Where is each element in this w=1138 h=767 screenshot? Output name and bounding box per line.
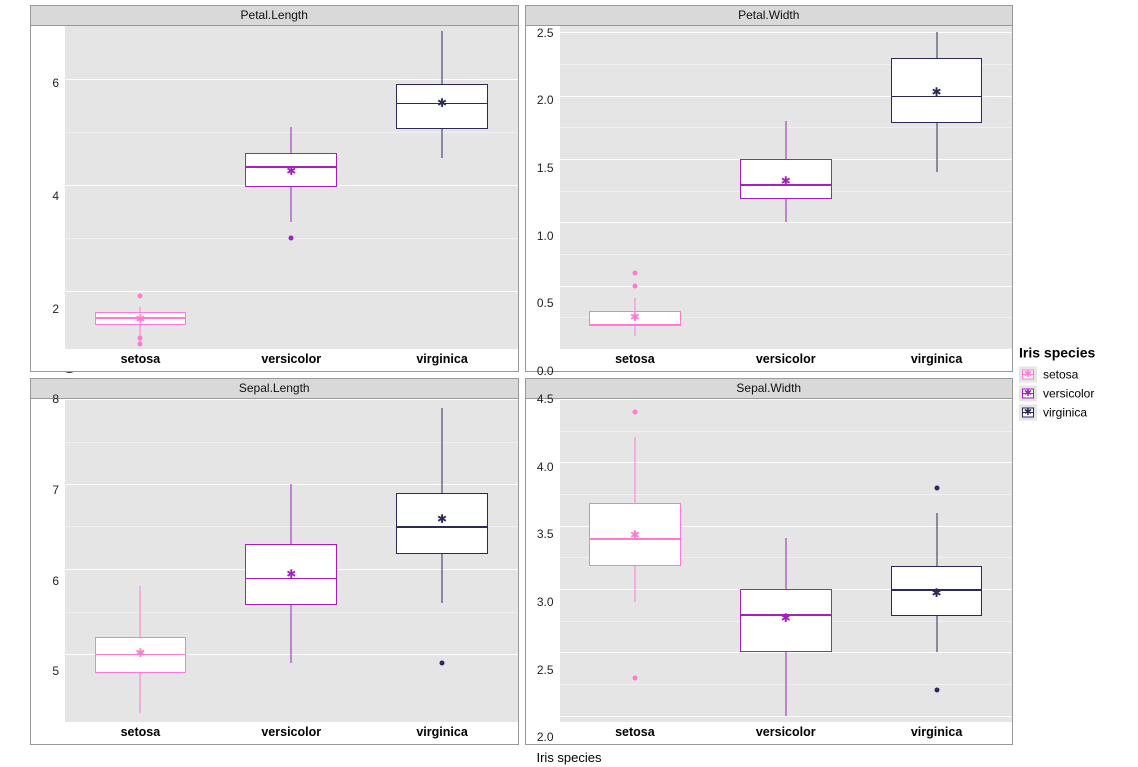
facet-Sepal.Length: Sepal.Length 5 6 7 8 ✱ ✱ ✱ setosaversicolorvirgi… bbox=[30, 378, 519, 745]
y-tick-label: 0.5 bbox=[537, 296, 554, 310]
legend-swatch-icon: ✱ bbox=[1019, 366, 1037, 382]
boxplot-virginica: ✱ bbox=[879, 399, 994, 722]
boxplot-virginica: ✱ bbox=[879, 26, 994, 349]
y-tick-label: 4.0 bbox=[537, 460, 554, 474]
boxplot-versicolor: ✱ bbox=[728, 399, 843, 722]
boxplot-setosa: ✱ bbox=[578, 399, 693, 722]
y-tick-label: 8 bbox=[52, 392, 59, 406]
x-tick-label: virginica bbox=[861, 722, 1012, 744]
mean-marker-icon: ✱ bbox=[932, 587, 942, 599]
mean-marker-icon: ✱ bbox=[437, 97, 447, 109]
facet-title: Sepal.Width bbox=[526, 379, 1013, 399]
x-axis-label: Iris species bbox=[536, 750, 601, 765]
facet-grid: Petal.Length246✱✱✱setosaversicolorvirgin… bbox=[30, 5, 1013, 745]
legend-swatch-icon: ✱ bbox=[1019, 404, 1037, 420]
y-tick-label: 1.5 bbox=[537, 161, 554, 175]
x-tick-label: versicolor bbox=[710, 722, 861, 744]
x-tick-label: versicolor bbox=[710, 349, 861, 371]
mean-marker-icon: ✱ bbox=[781, 612, 791, 624]
x-tick-label: versicolor bbox=[216, 349, 367, 371]
x-tick-label: versicolor bbox=[216, 722, 367, 744]
outlier-point bbox=[934, 688, 939, 693]
x-tick-label: setosa bbox=[65, 349, 216, 371]
facet-title: Petal.Length bbox=[31, 6, 518, 26]
facet-Sepal.Width: Sepal.Width 2.0 2.5 3.0 3.5 4.0 4.5 ✱ ✱ ✱ setosave… bbox=[525, 378, 1014, 745]
outlier-point bbox=[138, 294, 143, 299]
outlier-point bbox=[440, 660, 445, 665]
boxplot-setosa: ✱ bbox=[83, 399, 198, 722]
outlier-point bbox=[632, 283, 637, 288]
x-tick-label: setosa bbox=[560, 349, 711, 371]
y-tick-label: 5 bbox=[52, 664, 59, 678]
legend: Iris species ✱ setosa ✱ versicolor ✱ vir… bbox=[1019, 344, 1134, 423]
facet-Petal.Length: Petal.Length 2 4 6 ✱ ✱ ✱ setosaversicolorvirgin… bbox=[30, 5, 519, 372]
outlier-point bbox=[934, 485, 939, 490]
mean-marker-icon: ✱ bbox=[781, 175, 791, 187]
mean-marker-icon: ✱ bbox=[932, 86, 942, 98]
outlier-point bbox=[632, 675, 637, 680]
boxplot-virginica: ✱ bbox=[385, 26, 500, 349]
plot-area: ✱ ✱ ✱ bbox=[560, 399, 1013, 722]
x-tick-label: virginica bbox=[367, 349, 518, 371]
mean-marker-icon: ✱ bbox=[630, 311, 640, 323]
legend-title: Iris species bbox=[1019, 344, 1134, 360]
x-tick-label: setosa bbox=[560, 722, 711, 744]
legend-swatch-icon: ✱ bbox=[1019, 385, 1037, 401]
facet-title: Petal.Width bbox=[526, 6, 1013, 26]
y-tick-label: 2.5 bbox=[537, 663, 554, 677]
y-tick-label: 1.0 bbox=[537, 229, 554, 243]
y-tick-label: 4.5 bbox=[537, 392, 554, 406]
legend-item-label: virginica bbox=[1043, 405, 1087, 419]
mean-marker-icon: ✱ bbox=[286, 165, 296, 177]
y-tick-label: 2.0 bbox=[537, 93, 554, 107]
plot-area: ✱ ✱ ✱ bbox=[560, 26, 1013, 349]
y-tick-label: 6 bbox=[52, 76, 59, 90]
mean-marker-icon: ✱ bbox=[437, 513, 447, 525]
boxplot-versicolor: ✱ bbox=[234, 399, 349, 722]
plot-area: ✱ ✱ ✱ bbox=[65, 26, 518, 349]
outlier-point bbox=[632, 409, 637, 414]
outlier-point bbox=[289, 235, 294, 240]
legend-item-versicolor: ✱ versicolor bbox=[1019, 385, 1134, 401]
facet-Petal.Width: Petal.Width0.00.51.01.52.02.5✱✱✱setosave… bbox=[525, 5, 1014, 372]
boxplot-versicolor: ✱ bbox=[234, 26, 349, 349]
boxplot-virginica: ✱ bbox=[385, 399, 500, 722]
x-tick-label: setosa bbox=[65, 722, 216, 744]
outlier-point bbox=[138, 341, 143, 346]
boxplot-setosa: ✱ bbox=[83, 26, 198, 349]
y-tick-label: 6 bbox=[52, 574, 59, 588]
mean-marker-icon: ✱ bbox=[135, 313, 145, 325]
boxplot-setosa: ✱ bbox=[578, 26, 693, 349]
legend-item-setosa: ✱ setosa bbox=[1019, 366, 1134, 382]
outlier-point bbox=[632, 271, 637, 276]
plot-area: ✱ ✱ ✱ bbox=[65, 399, 518, 722]
mean-marker-icon: ✱ bbox=[286, 568, 296, 580]
legend-item-label: setosa bbox=[1043, 367, 1078, 381]
facet-title: Sepal.Length bbox=[31, 379, 518, 399]
y-tick-label: 2 bbox=[52, 302, 59, 316]
mean-marker-icon: ✱ bbox=[135, 647, 145, 659]
boxplot-versicolor: ✱ bbox=[728, 26, 843, 349]
mean-marker-icon: ✱ bbox=[630, 529, 640, 541]
legend-item-virginica: ✱ virginica bbox=[1019, 404, 1134, 420]
y-tick-label: 3.0 bbox=[537, 595, 554, 609]
outlier-point bbox=[138, 336, 143, 341]
x-tick-label: virginica bbox=[367, 722, 518, 744]
y-tick-label: 7 bbox=[52, 483, 59, 497]
y-tick-label: 2.0 bbox=[537, 730, 554, 744]
legend-item-label: versicolor bbox=[1043, 386, 1094, 400]
y-tick-label: 0.0 bbox=[537, 364, 554, 378]
y-tick-label: 3.5 bbox=[537, 527, 554, 541]
x-tick-label: virginica bbox=[861, 349, 1012, 371]
y-tick-label: 4 bbox=[52, 189, 59, 203]
y-tick-label: 2.5 bbox=[537, 26, 554, 40]
